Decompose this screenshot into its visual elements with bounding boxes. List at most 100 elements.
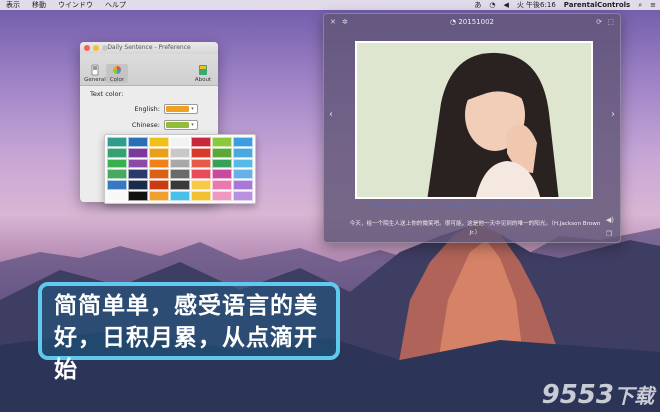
minimize-button[interactable] (93, 45, 99, 51)
panel-date-title: ◔ 20151002 (324, 18, 620, 26)
color-swatch-cell[interactable] (233, 137, 253, 147)
tab-color-label: Color (109, 77, 125, 83)
color-swatch-cell[interactable] (128, 137, 148, 147)
chinese-color-label: Chinese: (131, 121, 160, 129)
color-swatch-cell[interactable] (149, 169, 169, 180)
color-swatch-cell[interactable] (170, 158, 190, 169)
menu-help[interactable]: ヘルプ (99, 0, 132, 10)
color-swatch-cell[interactable] (212, 191, 232, 201)
previous-arrow-icon[interactable]: ‹ (329, 109, 333, 120)
color-palette-popup (104, 134, 256, 204)
menu-window[interactable]: ウインドウ (52, 0, 99, 10)
daily-sentence-panel: ✕ ✲ ◔ 20151002 ⟳ ⬚ ‹ › Smile is a charge… (323, 13, 621, 243)
sentence-chinese: 今天，给一个陌生人送上你的微笑吧。很可能，这是他一天中见到的唯一的阳光。（H.J… (349, 221, 601, 236)
color-swatch-cell[interactable] (233, 147, 253, 158)
english-color-picker[interactable]: ▾ (164, 104, 198, 114)
caption-line-1: 简简单单，感受语言的美 (54, 293, 318, 319)
caption-line-2: 好，日积月累，从点滴开始 (54, 325, 318, 383)
color-swatch-cell[interactable] (212, 180, 232, 191)
volume-icon[interactable]: ◀ (499, 0, 512, 10)
color-swatch-cell[interactable] (149, 147, 169, 158)
dropdown-arrow-icon: ▾ (191, 122, 194, 128)
color-swatch-cell[interactable] (233, 158, 253, 169)
zoom-button[interactable] (102, 45, 108, 51)
menu-user[interactable]: ParentalControls (560, 0, 634, 10)
sentence-english: Smile is a charger one of your armory, i… (371, 204, 575, 210)
color-swatch-cell[interactable] (212, 169, 232, 180)
share-icon[interactable]: ⬚ (607, 18, 614, 26)
color-swatch-cell[interactable] (191, 137, 211, 147)
site-watermark-logo: 9553下载 (542, 380, 654, 410)
switch-icon (91, 64, 99, 76)
spotlight-icon[interactable]: ⌕ (634, 0, 646, 10)
color-swatch-cell[interactable] (128, 169, 148, 180)
color-swatch-cell[interactable] (170, 147, 190, 158)
color-swatch-cell[interactable] (149, 137, 169, 147)
color-swatch-cell[interactable] (212, 147, 232, 158)
color-wheel-icon (113, 66, 121, 74)
color-swatch-cell[interactable] (191, 180, 211, 191)
menu-bar: 表示 移動 ウインドウ ヘルプ あ ◔ ◀ 火 午後6:16 ParentalC… (0, 0, 660, 10)
color-swatch-cell[interactable] (107, 158, 127, 169)
preference-titlebar: Daily Sentence - Preference (80, 42, 218, 54)
watermark-number: 9553 (541, 380, 614, 410)
text-color-heading: Text color: (90, 90, 124, 98)
promo-caption: 简简单单，感受语言的美 好，日积月累，从点滴开始 (38, 282, 340, 383)
color-swatch-cell[interactable] (149, 191, 169, 201)
tab-general[interactable]: General (84, 64, 106, 83)
panel-date: 20151002 (458, 18, 494, 26)
tab-general-label: General (84, 77, 106, 83)
color-swatch-cell[interactable] (191, 158, 211, 169)
wifi-icon[interactable]: ◔ (485, 0, 499, 10)
menu-go[interactable]: 移動 (26, 0, 52, 10)
color-swatch-cell[interactable] (233, 169, 253, 180)
preference-toolbar: General Color About (80, 54, 218, 86)
color-swatch-cell[interactable] (128, 147, 148, 158)
color-swatch-cell[interactable] (191, 147, 211, 158)
photo-illustration (357, 43, 591, 197)
menu-view[interactable]: 表示 (0, 0, 26, 10)
tab-color[interactable]: Color (106, 64, 128, 83)
color-swatch-cell[interactable] (212, 158, 232, 169)
color-swatch-cell[interactable] (170, 137, 190, 147)
color-swatch-cell[interactable] (212, 137, 232, 147)
color-swatch-cell[interactable] (170, 180, 190, 191)
menu-extras: あ ◔ ◀ 火 午後6:16 ParentalControls ⌕ ≡ (470, 0, 660, 10)
speaker-icon[interactable]: ◀) (606, 216, 614, 224)
color-swatch-cell[interactable] (170, 169, 190, 180)
copy-icon[interactable]: ❐ (606, 230, 612, 238)
english-color-swatch (166, 106, 189, 112)
color-swatch-cell[interactable] (128, 191, 148, 201)
close-button[interactable] (84, 45, 90, 51)
preference-content: Text color: English: ▾ Chinese: ▾ (80, 86, 218, 134)
menu-clock[interactable]: 火 午後6:16 (513, 0, 560, 10)
color-swatch-cell[interactable] (107, 191, 127, 201)
color-swatch-cell[interactable] (191, 169, 211, 180)
preference-title: Daily Sentence - Preference (107, 44, 191, 51)
color-swatch-cell[interactable] (128, 180, 148, 191)
dropdown-arrow-icon: ▾ (191, 106, 194, 112)
tab-about-label: About (194, 77, 212, 83)
notification-center-icon[interactable]: ≡ (646, 0, 660, 10)
watermark-sub: 下载 (614, 384, 654, 408)
app-book-icon (199, 65, 207, 75)
english-color-label: English: (134, 105, 160, 113)
chinese-color-swatch (166, 122, 189, 128)
color-swatch-cell[interactable] (128, 158, 148, 169)
daily-photo (355, 41, 593, 199)
tab-about[interactable]: About (192, 64, 214, 83)
color-swatch-cell[interactable] (149, 180, 169, 191)
color-swatch-cell[interactable] (107, 169, 127, 180)
next-arrow-icon[interactable]: › (611, 109, 615, 120)
daily-sentence-status-icon[interactable]: あ (470, 0, 485, 10)
color-swatch-cell[interactable] (107, 180, 127, 191)
color-swatch-cell[interactable] (233, 191, 253, 201)
refresh-icon[interactable]: ⟳ (596, 18, 602, 26)
color-swatch-cell[interactable] (191, 191, 211, 201)
color-swatch-cell[interactable] (170, 191, 190, 201)
chinese-color-picker[interactable]: ▾ (164, 120, 198, 130)
color-swatch-cell[interactable] (233, 180, 253, 191)
color-swatch-cell[interactable] (107, 137, 127, 147)
color-swatch-cell[interactable] (149, 158, 169, 169)
color-swatch-cell[interactable] (107, 147, 127, 158)
